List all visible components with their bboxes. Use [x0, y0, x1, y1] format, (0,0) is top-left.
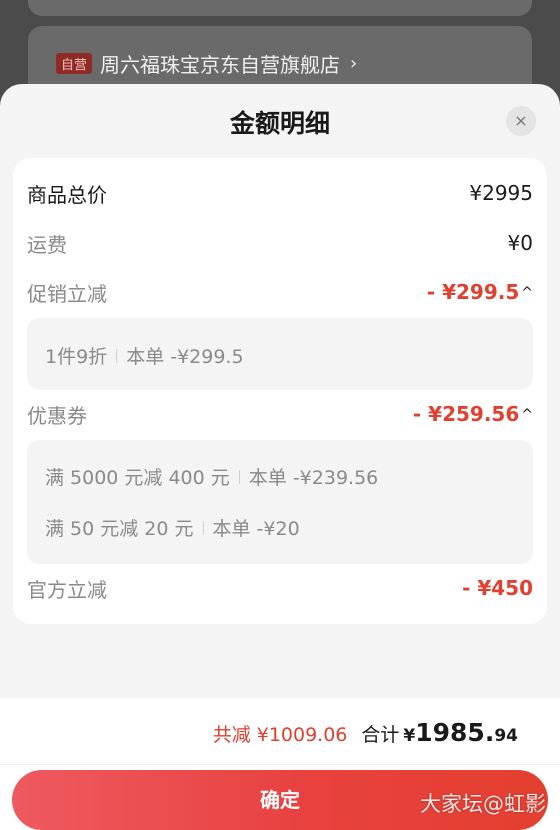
promo-detail-item: 1件9折 本单 -¥299.5: [45, 342, 244, 369]
coupon-detail-amount: 本单 -¥20: [212, 518, 300, 540]
amount-detail-panel: 商品总价 ¥2995 运费 ¥0 促销立减 - ¥299.5 ^ 1件9折 本单 …: [13, 158, 547, 624]
watermark: 大家坛@虹影: [420, 792, 546, 816]
coupon-detail-item: 满 5000 元减 400 元 本单 -¥239.56: [45, 463, 378, 490]
divider: [238, 469, 240, 484]
chevron-up-icon[interactable]: ^: [521, 285, 533, 301]
self-operated-badge: 自营: [56, 53, 93, 74]
store-header: 自营 周六福珠宝京东自营旗舰店 ›: [56, 49, 357, 78]
official-discount-row: 官方立减 - ¥450: [27, 573, 533, 603]
goods-total-label: 商品总价: [27, 182, 107, 207]
coupon-label: 优惠券: [27, 403, 87, 428]
close-icon[interactable]: ×: [506, 106, 536, 136]
promo-label: 促销立减: [27, 281, 107, 306]
chevron-right-icon: ›: [350, 53, 358, 74]
promo-detail-amount: 本单 -¥299.5: [126, 346, 244, 368]
promo-row[interactable]: 促销立减 - ¥299.5 ^: [27, 277, 533, 307]
official-discount-label: 官方立减: [27, 577, 107, 602]
coupon-detail-box: 满 5000 元减 400 元 本单 -¥239.56 满 50 元减 20 元…: [27, 440, 533, 564]
coupon-detail-name: 满 5000 元减 400 元: [45, 467, 230, 489]
goods-total-value: ¥2995: [469, 181, 533, 205]
coupon-detail-amount: 本单 -¥239.56: [248, 467, 379, 489]
total-integer: 1985.: [415, 718, 495, 747]
total-label: 合计: [361, 724, 400, 746]
total-decimal: 94: [494, 726, 518, 746]
divider: [116, 348, 118, 363]
divider: [0, 764, 560, 765]
promo-detail-box: 1件9折 本单 -¥299.5: [27, 318, 533, 390]
sheet-title: 金额明细: [229, 109, 330, 138]
shipping-label: 运费: [27, 232, 67, 257]
coupon-value: - ¥259.56: [412, 402, 520, 426]
promo-value: - ¥299.5: [426, 280, 520, 304]
coupon-row[interactable]: 优惠券 - ¥259.56 ^: [27, 399, 533, 429]
goods-total-row: 商品总价 ¥2995: [27, 178, 533, 208]
coupon-detail-name: 满 50 元减 20 元: [45, 518, 194, 540]
chevron-up-icon[interactable]: ^: [521, 407, 533, 423]
store-name: 周六福珠宝京东自营旗舰店: [100, 53, 341, 77]
shipping-value: ¥0: [507, 231, 533, 255]
official-discount-value: - ¥450: [462, 576, 533, 600]
divider: [202, 520, 204, 535]
totals-line: 共减 ¥1009.06 合计 ¥ 1985. 94: [213, 718, 518, 747]
total-currency: ¥: [403, 726, 416, 746]
total-reduction: 共减 ¥1009.06: [212, 724, 348, 746]
shipping-row: 运费 ¥0: [27, 228, 533, 258]
background-card: [28, 0, 532, 16]
coupon-detail-item: 满 50 元减 20 元 本单 -¥20: [45, 514, 300, 541]
promo-detail-name: 1件9折: [45, 346, 108, 368]
amount-detail-sheet: 金额明细 × 商品总价 ¥2995 运费 ¥0 促销立减 - ¥299.5 ^ 1…: [0, 84, 560, 830]
